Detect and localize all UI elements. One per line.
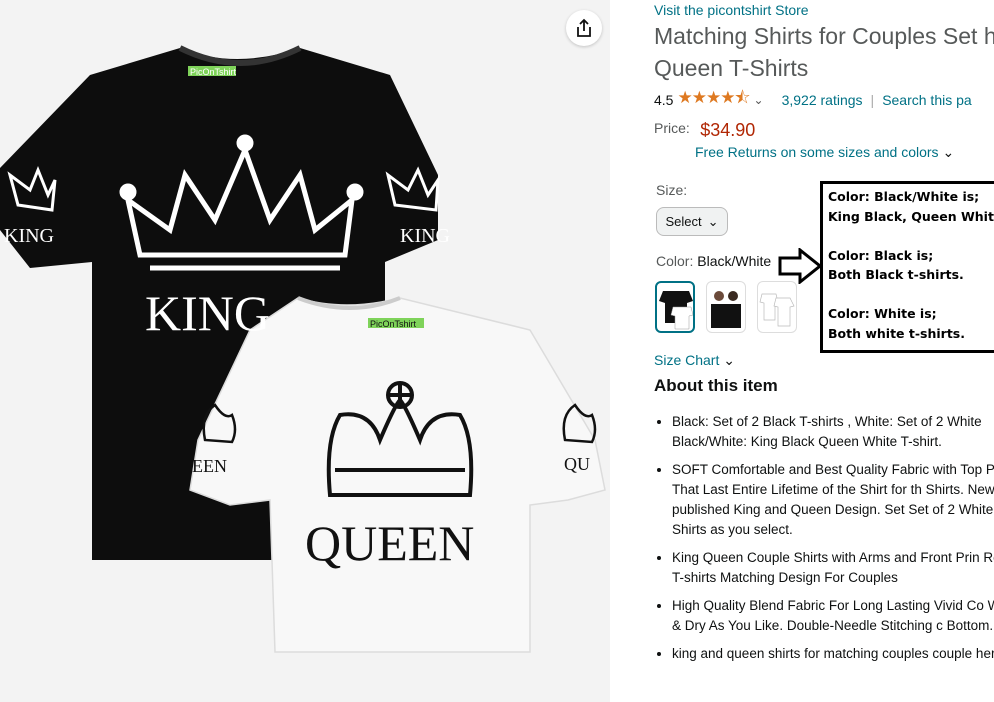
ratings-count-link[interactable]: 3,922 ratings xyxy=(782,92,863,108)
color-row: Color: Black/White xyxy=(656,253,771,269)
sleeve-queen-text-right: QU xyxy=(564,454,590,474)
price-row: Price: $34.90 xyxy=(654,120,755,141)
divider: | xyxy=(870,91,875,108)
list-item: SOFT Comfortable and Best Quality Fabric… xyxy=(672,460,994,540)
white-queen-tshirt xyxy=(189,297,606,653)
list-item: king and queen shirts for matching coupl… xyxy=(672,644,994,664)
king-text: KING xyxy=(145,285,270,341)
size-chart-text: Size Chart xyxy=(654,352,720,368)
list-item: Black: Set of 2 Black T-shirts , White: … xyxy=(672,412,994,452)
chevron-down-icon[interactable]: ⌄ xyxy=(754,93,764,107)
brand-tag-white: PicOnTshirt xyxy=(370,319,417,329)
annotation-line: Color: White is; xyxy=(828,306,937,321)
chevron-down-icon: ⌄ xyxy=(942,144,955,160)
free-returns-text: Free Returns on some sizes and colors xyxy=(695,144,939,160)
arrow-right-icon xyxy=(778,248,822,284)
size-select-value: Select xyxy=(665,214,702,229)
size-select[interactable]: Select ⌄ xyxy=(656,207,728,236)
color-annotation-box: Color: Black/White is; King Black, Queen… xyxy=(820,181,994,353)
store-link[interactable]: Visit the picontshirt Store xyxy=(654,2,809,18)
brand-tag-black: PicOnTshirt xyxy=(190,67,237,77)
size-chart-link[interactable]: Size Chart ⌄ xyxy=(654,352,735,369)
price-label: Price: xyxy=(654,120,690,136)
share-button[interactable] xyxy=(566,10,602,46)
feature-bullets: Black: Set of 2 Black T-shirts , White: … xyxy=(654,412,994,672)
annotation-line: Both white t-shirts. xyxy=(828,325,965,341)
price-value: $34.90 xyxy=(700,120,756,140)
sleeve-king-text-left: KING xyxy=(4,225,54,247)
product-image: PicOnTshirt PicOnTshirt KING KING KING Q… xyxy=(0,45,606,653)
annotation-line: Color: Black/White is; xyxy=(828,189,980,204)
color-swatch-black-white[interactable] xyxy=(655,281,695,333)
list-item: King Queen Couple Shirts with Arms and F… xyxy=(672,548,994,588)
free-returns-link[interactable]: Free Returns on some sizes and colors ⌄ xyxy=(695,144,954,161)
color-label: Color: xyxy=(656,253,694,269)
chevron-down-icon: ⌄ xyxy=(723,352,735,368)
swatch-image xyxy=(659,291,693,330)
annotation-line: King Black, Queen White xyxy=(828,208,994,224)
annotation-line: Both Black t-shirts. xyxy=(828,267,964,282)
product-title: Matching Shirts for Couples Set her King… xyxy=(654,23,994,81)
product-image-panel[interactable]: PicOnTshirt PicOnTshirt KING KING KING Q… xyxy=(0,0,610,702)
swatch-image xyxy=(711,291,741,328)
search-page-link[interactable]: Search this pa xyxy=(882,92,972,108)
sleeve-queen-text-left: EEN xyxy=(192,456,227,476)
list-item: High Quality Blend Fabric For Long Lasti… xyxy=(672,596,994,636)
annotation-line: Color: Black is; xyxy=(828,247,934,263)
rating-value: 4.5 xyxy=(654,91,674,108)
star-rating-icon[interactable]: ★★★★⯪ xyxy=(677,85,750,114)
sleeve-king-text-right: KING xyxy=(400,225,450,247)
queen-text: QUEEN xyxy=(305,515,474,571)
rating-row: 4.5 ★★★★⯪ ⌄ 3,922 ratings | Search this … xyxy=(654,85,972,114)
swatch-image xyxy=(759,293,795,327)
chevron-down-icon: ⌄ xyxy=(707,213,719,229)
color-swatch-black[interactable] xyxy=(706,281,746,333)
about-heading: About this item xyxy=(654,376,778,395)
share-icon xyxy=(577,18,591,37)
color-swatch-white[interactable] xyxy=(757,281,797,333)
color-value: Black/White xyxy=(697,253,772,269)
size-label: Size: xyxy=(656,182,688,198)
